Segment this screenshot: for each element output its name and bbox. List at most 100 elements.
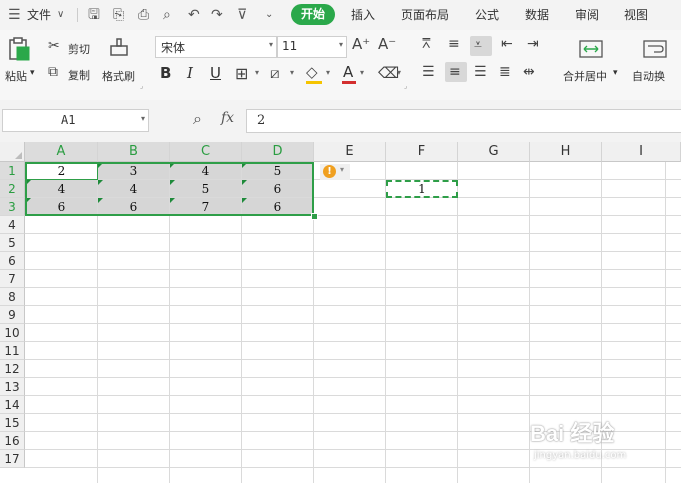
row-header-9[interactable]: 9 [0, 306, 25, 324]
row-header-2[interactable]: 2 [0, 180, 25, 198]
auto-wrap-button[interactable] [642, 38, 668, 60]
spreadsheet-grid[interactable]: A B C D E F G H I 1 2 3 4 5 6 7 8 9 10 1… [0, 142, 681, 483]
column-header-d[interactable]: D [242, 142, 314, 162]
chevron-down-icon[interactable]: ▾ [326, 68, 330, 77]
select-all-corner[interactable] [0, 142, 25, 162]
chevron-down-icon[interactable]: ▾ [255, 68, 259, 77]
increase-indent-icon[interactable]: ⇥ [527, 36, 539, 52]
increase-font-icon[interactable]: A⁺ [352, 35, 370, 53]
undo-icon[interactable]: ↶ [188, 0, 200, 30]
format-painter-label[interactable]: 格式刷 [102, 68, 135, 84]
save-icon[interactable]: 🖫 [88, 0, 100, 30]
merge-center-label[interactable]: 合并居中 [563, 68, 607, 84]
column-header-h[interactable]: H [530, 142, 602, 162]
row-header-17[interactable]: 17 [0, 450, 25, 468]
find-icon[interactable]: ⌕ [163, 0, 171, 30]
tab-insert[interactable]: 插入 [351, 0, 375, 30]
menu-icon[interactable]: ☰ [8, 0, 21, 30]
fx-icon[interactable]: fx [221, 110, 234, 126]
row-header-4[interactable]: 4 [0, 216, 25, 234]
row-header-5[interactable]: 5 [0, 234, 25, 252]
tab-page-layout[interactable]: 页面布局 [401, 0, 449, 30]
column-header-b[interactable]: B [98, 142, 170, 162]
align-bottom-button[interactable]: ⩡ [470, 36, 492, 56]
row-header-8[interactable]: 8 [0, 288, 25, 306]
gridline [25, 269, 681, 270]
align-left-icon[interactable]: ☰ [422, 64, 435, 80]
name-box[interactable]: A1 ▾ [2, 109, 149, 132]
filter-icon[interactable]: ⊽ [237, 0, 247, 30]
tab-review[interactable]: 审阅 [575, 0, 599, 30]
clipboard-group-launcher-icon[interactable]: ⌟ [140, 82, 143, 90]
merge-center-icon [579, 40, 603, 58]
chevron-down-icon[interactable]: ▾ [397, 68, 401, 77]
merge-center-button[interactable] [578, 38, 604, 60]
row-header-16[interactable]: 16 [0, 432, 25, 450]
column-header-i[interactable]: I [602, 142, 681, 162]
fill-handle[interactable] [311, 213, 318, 220]
print-preview-icon[interactable]: ⎘ [113, 0, 124, 30]
row-header-6[interactable]: 6 [0, 252, 25, 270]
align-center-button[interactable]: ≡ [445, 62, 467, 82]
gridline [25, 287, 681, 288]
file-menu[interactable]: 文件 [27, 0, 51, 30]
row-header-1[interactable]: 1 [0, 162, 25, 180]
auto-wrap-label[interactable]: 自动换 [632, 68, 665, 84]
scissors-icon[interactable]: ✂ [48, 38, 60, 54]
tab-data[interactable]: 数据 [525, 0, 549, 30]
decrease-font-icon[interactable]: A⁻ [378, 35, 396, 53]
redo-icon[interactable]: ↷ [211, 0, 223, 30]
font-group-launcher-icon[interactable]: ⌟ [404, 82, 407, 90]
paste-button[interactable] [6, 36, 36, 64]
column-header-a[interactable]: A [25, 142, 98, 162]
italic-button[interactable]: I [187, 64, 193, 82]
borders-icon[interactable]: ⊞ [235, 64, 248, 83]
formula-bar: A1 ▾ ⌕ fx 2 [0, 100, 681, 142]
row-header-3[interactable]: 3 [0, 198, 25, 216]
formula-input[interactable]: 2 [246, 109, 681, 133]
print-icon[interactable]: ⎙ [138, 0, 149, 30]
cut-label[interactable]: 剪切 [68, 41, 90, 57]
customize-chevron-icon[interactable]: ⌄ [265, 0, 273, 30]
row-header-12[interactable]: 12 [0, 360, 25, 378]
column-header-c[interactable]: C [170, 142, 242, 162]
font-size-select[interactable]: 11 ▾ [277, 36, 347, 58]
row-header-10[interactable]: 10 [0, 324, 25, 342]
justify-icon[interactable]: ≣ [499, 64, 511, 80]
copy-label[interactable]: 复制 [68, 67, 90, 83]
column-header-e[interactable]: E [314, 142, 386, 162]
tab-start[interactable]: 开始 [291, 4, 335, 25]
distributed-icon[interactable]: ⇹ [523, 64, 535, 80]
row-header-14[interactable]: 14 [0, 396, 25, 414]
align-top-icon[interactable]: ⩞ [422, 36, 431, 52]
decrease-indent-icon[interactable]: ⇤ [501, 36, 513, 52]
align-middle-icon[interactable]: ≡ [448, 36, 460, 52]
format-painter-button[interactable] [108, 38, 130, 60]
tab-formulas[interactable]: 公式 [475, 0, 499, 30]
error-smart-tag[interactable]: ! ▾ [320, 164, 350, 180]
align-right-icon[interactable]: ☰ [474, 64, 487, 80]
align-bottom-icon: ⩡ [474, 37, 482, 53]
fill-color-icon[interactable]: ◇ [306, 63, 318, 81]
row-header-11[interactable]: 11 [0, 342, 25, 360]
font-color-icon[interactable]: A [343, 63, 353, 81]
chevron-down-icon[interactable]: ▾ [360, 68, 364, 77]
column-header-g[interactable]: G [458, 142, 530, 162]
paste-dropdown-icon[interactable]: ▾ [30, 68, 35, 78]
row-header-13[interactable]: 13 [0, 378, 25, 396]
cell-f2[interactable]: 1 [386, 180, 458, 198]
cell-style-icon[interactable]: ⧄ [270, 64, 280, 82]
paste-label[interactable]: 粘贴 [5, 68, 27, 84]
column-header-f[interactable]: F [386, 142, 458, 162]
row-header-15[interactable]: 15 [0, 414, 25, 432]
zoom-search-icon[interactable]: ⌕ [193, 109, 202, 129]
chevron-down-icon[interactable]: ▾ [290, 68, 294, 77]
chevron-down-icon[interactable]: ∨ [57, 0, 64, 30]
underline-button[interactable]: U [210, 64, 221, 82]
bold-button[interactable]: B [160, 64, 171, 82]
chevron-down-icon[interactable]: ▾ [613, 68, 618, 78]
tab-view[interactable]: 视图 [624, 0, 648, 30]
row-header-7[interactable]: 7 [0, 270, 25, 288]
copy-icon[interactable]: ⧉ [48, 64, 58, 80]
font-name-select[interactable]: 宋体 ▾ [155, 36, 277, 58]
